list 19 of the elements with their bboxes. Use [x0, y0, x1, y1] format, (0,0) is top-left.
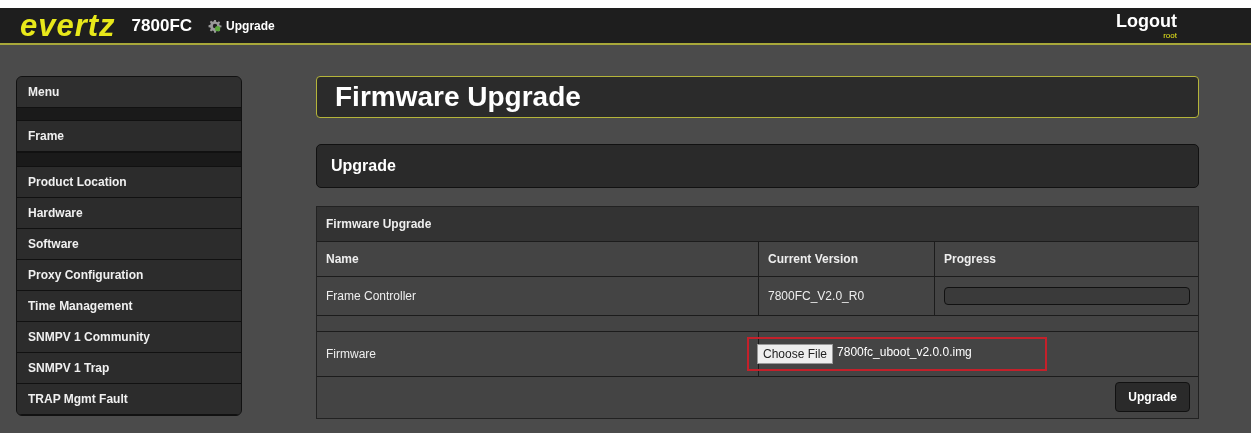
page-title: Firmware Upgrade	[316, 76, 1199, 118]
file-name: 7800fc_uboot_v2.0.0.img	[837, 345, 972, 359]
column-header: Progress	[943, 251, 998, 268]
model-name: 7800FC	[131, 15, 193, 36]
choose-file-button[interactable]: Choose File	[757, 344, 834, 364]
logo: evertz	[20, 10, 116, 41]
user-name: root	[1163, 31, 1177, 40]
table-title: Firmware Upgrade	[317, 207, 1198, 242]
table-cell: Frame Controller	[317, 277, 759, 315]
column-header: Name	[317, 242, 759, 276]
gear-icon	[208, 18, 223, 33]
column-header: Current Version	[759, 242, 935, 276]
file-input[interactable]: Choose File 7800fc_uboot_v2.0.0.img	[747, 337, 1047, 371]
menu-title: Menu	[17, 77, 241, 107]
table-cell: 7800FC_V2.0_R0	[759, 277, 935, 315]
logout-link[interactable]: Logout	[1116, 11, 1177, 31]
upgrade-button[interactable]: Upgrade	[1115, 382, 1190, 412]
upgrade-link[interactable]: Upgrade	[208, 18, 275, 33]
section-header: Upgrade	[316, 144, 1199, 188]
